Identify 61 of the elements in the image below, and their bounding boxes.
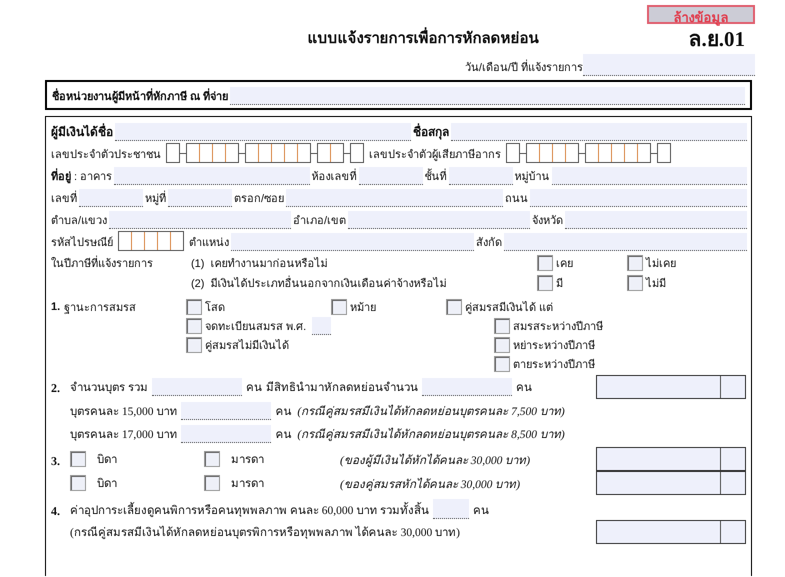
option-label: มารดา xyxy=(231,477,264,492)
option-label: ไม่เคย xyxy=(646,256,676,272)
field-label: อำเภอ/เขต xyxy=(293,214,346,229)
date-label: วัน/เดือน/ปี ที่แจ้งรายการ xyxy=(464,58,583,76)
field-label: ชื่อสกุล xyxy=(413,122,449,141)
item-text: ค่าอุปการะเลี้ยงดูคนพิการหรือคนทุพพลภาพ คนละ 60,000 บาท รวมทั้งสิ้น xyxy=(70,500,430,518)
option-label: ไม่มี xyxy=(646,276,666,292)
option-label: ตายระหว่างปีภาษี xyxy=(513,358,595,372)
option-label: บิดา xyxy=(97,452,117,468)
option-label: สมรสระหว่างปีภาษี xyxy=(513,320,603,334)
field-label: รหัสไปรษณีย์ xyxy=(51,235,113,251)
option-label: คู่สมรสไม่มีเงินได้ xyxy=(205,338,289,354)
field-label: ถนน xyxy=(505,192,528,207)
item-text: มีสิทธินำมาหักลดหย่อนจำนวน xyxy=(266,380,418,396)
field-label: เลขประจำตัวประชาชน xyxy=(51,148,161,163)
field-label: ตำบล/แขวง xyxy=(51,214,108,229)
tax-year-label: ในปีภาษีที่แจ้งรายการ xyxy=(51,254,191,272)
option-label: จดทะเบียนสมรส พ.ศ. xyxy=(205,320,306,334)
field-label: ตำแหน่ง xyxy=(189,236,229,251)
item-text: คน xyxy=(275,428,292,442)
field-label: สังกัด xyxy=(476,236,502,251)
section-number: 3. xyxy=(51,454,61,468)
field-label: ที่อยู่ : อาคาร xyxy=(51,167,112,185)
field-label: ห้องเลขที่ xyxy=(312,167,357,185)
note-text: (กรณีคู่สมรสมีเงินได้หักลดหย่อนบุตรคนละ 7,500 บาท) xyxy=(297,404,565,420)
option-label: เคย xyxy=(556,257,573,272)
question-text: (2) มีเงินได้ประเภทอื่นนอกจากเงินเดือนค่าจ้างหรือไม่ xyxy=(191,274,537,292)
note-text: (กรณีคู่สมรสมีเงินได้หักลดหย่อนบุตรคนละ 8,500 บาท) xyxy=(297,426,565,442)
item-text: บุตรคนละ 17,000 บาท xyxy=(70,428,178,442)
field-label: ชั้นที่ xyxy=(424,167,447,185)
field-label: ตรอก/ซอย xyxy=(234,192,284,207)
option-label: หย่าระหว่างปีภาษี xyxy=(513,338,595,354)
option-label: โสด xyxy=(205,300,225,316)
option-label: บิดา xyxy=(97,476,117,492)
clear-data-button[interactable]: ล้างข้อมูล xyxy=(647,5,755,24)
note-text: (ของคู่สมรสหักได้คนละ 30,000 บาท) xyxy=(340,476,520,492)
item-text: คน xyxy=(246,381,262,396)
item-text: บุตรคนละ 15,000 บาท xyxy=(70,404,178,420)
item-text: คน xyxy=(275,404,292,420)
field-label: ผู้มีเงินได้ชื่อ xyxy=(51,122,113,141)
field-label: หมู่ที่ xyxy=(145,189,166,207)
field-label: เลขที่ xyxy=(51,189,77,207)
item-text: คน xyxy=(473,504,490,518)
employer-label: ชื่อหน่วยงานผู้มีหน้าที่หักภาษี ณ ที่จ่าย xyxy=(52,87,228,105)
option-label: คู่สมรสมีเงินได้ แต่ xyxy=(465,300,554,316)
form-title: แบบแจ้งรายการเพื่อการหักลดหย่อน xyxy=(308,26,538,50)
question-text: (1) เคยทำงานมาก่อนหรือไม่ xyxy=(191,256,329,272)
option-label: หม้าย xyxy=(350,300,376,316)
note-text: (ของผู้มีเงินได้หักได้คนละ 30,000 บาท) xyxy=(340,452,530,468)
option-label: มารดา xyxy=(231,453,264,468)
section-number: 4. xyxy=(51,504,61,518)
field-label: เลขประจำตัวผู้เสียภาษีอากร xyxy=(369,148,501,163)
field-label: หมู่บ้าน xyxy=(514,170,550,185)
option-label: มี xyxy=(556,276,563,292)
field-label: จังหวัด xyxy=(532,214,564,229)
section-number: 2. xyxy=(51,381,61,396)
item-text: จำนวนบุตร รวม xyxy=(70,380,148,396)
section-title: 1. ฐานะการสมรส xyxy=(51,300,138,316)
item-text: คน xyxy=(516,381,532,396)
item-text: (กรณีคู่สมรสมีเงินได้หักลดหย่อนบุตรพิการหรือทุพพลภาพ ได้คนละ 30,000 บาท) xyxy=(70,524,460,541)
form-code: ล.ย.01 xyxy=(688,26,745,52)
